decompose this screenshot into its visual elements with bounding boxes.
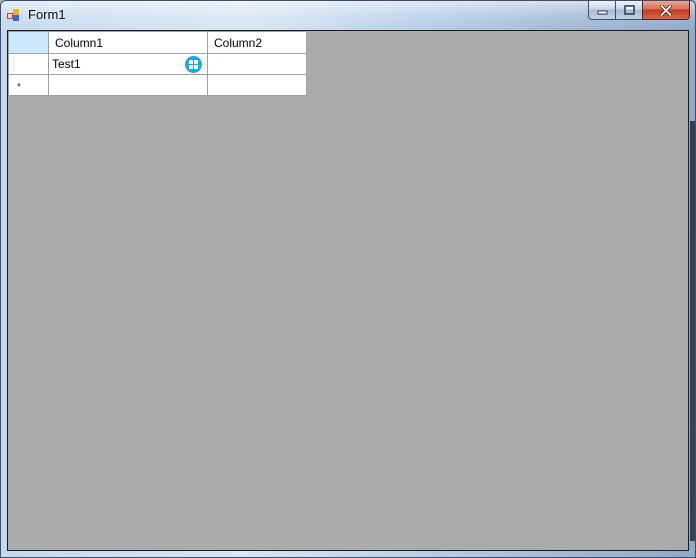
grid-corner-header[interactable] bbox=[8, 31, 49, 54]
windows-logo-icon bbox=[185, 56, 202, 73]
minimize-icon bbox=[597, 10, 607, 14]
form-client-area: Column1 Column2 Test1 * bbox=[7, 30, 689, 551]
new-row-asterisk-icon: * bbox=[17, 82, 21, 93]
maximize-button[interactable] bbox=[615, 1, 642, 20]
maximize-icon bbox=[623, 5, 635, 15]
column-header-column2[interactable]: Column2 bbox=[207, 31, 307, 54]
column-header-label: Column1 bbox=[55, 35, 104, 50]
column-header-column1[interactable]: Column1 bbox=[48, 31, 208, 54]
column-header-row: Column1 Column2 bbox=[8, 31, 307, 54]
cell-editor-input[interactable] bbox=[49, 54, 177, 74]
form-window: Form1 Column1 Column2 Test1 * bbox=[0, 0, 696, 558]
row-header[interactable] bbox=[8, 53, 49, 75]
data-grid-view: Column1 Column2 Test1 * bbox=[8, 31, 307, 96]
title-bar[interactable]: Form1 bbox=[1, 1, 695, 29]
new-row: * bbox=[8, 74, 307, 96]
caption-buttons bbox=[588, 1, 690, 21]
new-row-header[interactable]: * bbox=[8, 74, 49, 96]
grid-cell[interactable] bbox=[207, 53, 307, 75]
grid-cell[interactable] bbox=[48, 74, 208, 96]
window-right-frame bbox=[690, 121, 695, 541]
close-button[interactable] bbox=[642, 1, 690, 20]
column-header-label: Column2 bbox=[214, 35, 263, 50]
window-title: Form1 bbox=[28, 7, 66, 22]
grid-cell-editing[interactable] bbox=[48, 53, 208, 75]
minimize-button[interactable] bbox=[588, 1, 615, 20]
close-icon bbox=[660, 4, 672, 16]
grid-cell[interactable] bbox=[207, 74, 307, 96]
table-row bbox=[8, 53, 307, 75]
winforms-app-icon bbox=[7, 9, 19, 21]
